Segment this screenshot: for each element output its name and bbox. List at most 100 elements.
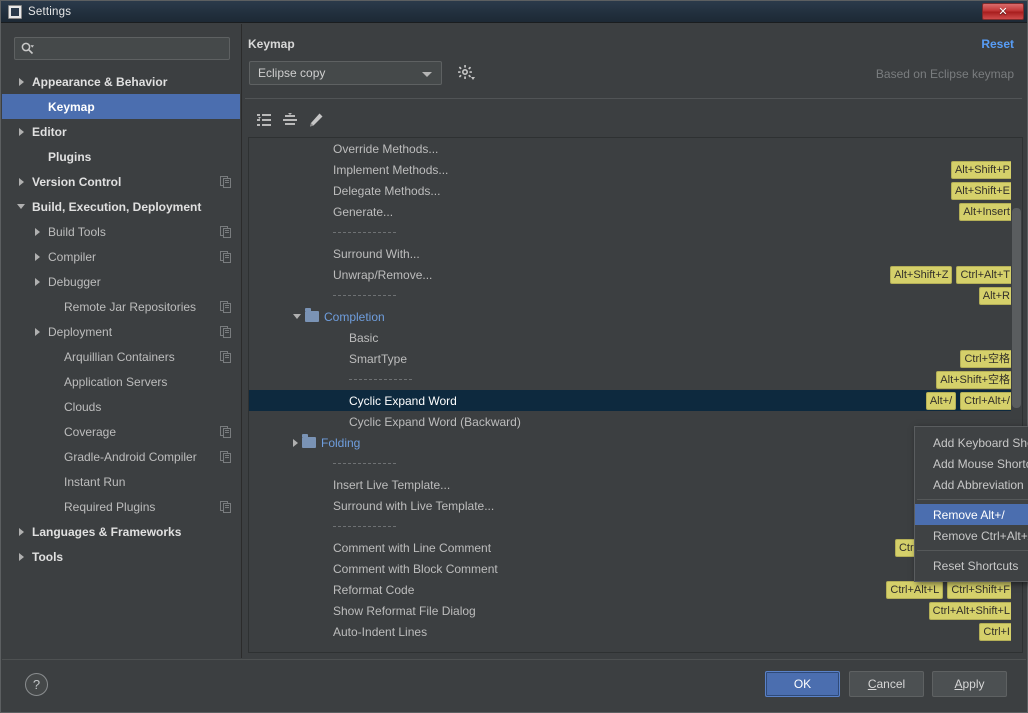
sidebar-item-arquillian-containers[interactable]: Arquillian Containers bbox=[2, 344, 240, 369]
search-input[interactable] bbox=[14, 37, 230, 60]
chevron-right-icon[interactable] bbox=[19, 78, 24, 86]
keymap-action-row[interactable]: Cyclic Expand WordAlt+/Ctrl+Alt+/ bbox=[249, 390, 1022, 411]
chevron-right-icon[interactable] bbox=[19, 178, 24, 186]
keymap-action-row[interactable]: Auto-Indent LinesCtrl+I bbox=[249, 621, 1022, 642]
sidebar-item-keymap[interactable]: Keymap bbox=[2, 94, 240, 119]
sidebar-item-plugins[interactable]: Plugins bbox=[2, 144, 240, 169]
context-menu-item[interactable]: Remove Alt+/ bbox=[915, 504, 1028, 525]
keymap-group-row[interactable]: Folding bbox=[249, 432, 1022, 453]
keymap-action-row[interactable]: Generate...Alt+Insert bbox=[249, 201, 1022, 222]
copy-settings-icon[interactable] bbox=[220, 426, 232, 438]
keymap-action-row[interactable]: Comment with Block CommentCtrl+Shift+/ bbox=[249, 558, 1022, 579]
sidebar-item-version-control[interactable]: Version Control bbox=[2, 169, 240, 194]
keymap-dropdown[interactable]: Eclipse copy bbox=[249, 61, 442, 85]
chevron-right-icon[interactable] bbox=[35, 253, 40, 261]
copy-settings-icon[interactable] bbox=[220, 326, 232, 338]
context-menu-item[interactable]: Add Mouse Shortcut bbox=[915, 453, 1028, 474]
shortcut-badge[interactable]: Ctrl+Shift+F bbox=[947, 581, 1014, 599]
sidebar-item-build-execution-deployment[interactable]: Build, Execution, Deployment bbox=[2, 194, 240, 219]
separator-line bbox=[349, 379, 412, 380]
keymap-group-row[interactable]: Completion bbox=[249, 306, 1022, 327]
sidebar-item-clouds[interactable]: Clouds bbox=[2, 394, 240, 419]
keymap-separator-row: Alt+Shift+空格 bbox=[249, 369, 1022, 390]
keymap-action-row[interactable]: Reformat CodeCtrl+Alt+LCtrl+Shift+F bbox=[249, 579, 1022, 600]
apply-button[interactable]: Apply bbox=[932, 671, 1007, 697]
shortcut-badge[interactable]: Ctrl+Alt+Shift+L bbox=[929, 602, 1014, 620]
chevron-right-icon[interactable] bbox=[35, 278, 40, 286]
copy-settings-icon[interactable] bbox=[220, 351, 232, 363]
context-menu-item[interactable]: Add Keyboard Shortcut bbox=[915, 432, 1028, 453]
keymap-action-row[interactable]: SmartTypeCtrl+空格 bbox=[249, 348, 1022, 369]
shortcut-badge[interactable]: Alt+Insert bbox=[959, 203, 1014, 221]
sidebar-item-tools[interactable]: Tools bbox=[2, 544, 240, 569]
reset-link[interactable]: Reset bbox=[981, 37, 1014, 51]
sidebar-item-debugger[interactable]: Debugger bbox=[2, 269, 240, 294]
chevron-right-icon[interactable] bbox=[293, 439, 298, 447]
sidebar-item-build-tools[interactable]: Build Tools bbox=[2, 219, 240, 244]
shortcut-badge[interactable]: Alt+Shift+空格 bbox=[936, 371, 1014, 389]
sidebar-item-deployment[interactable]: Deployment bbox=[2, 319, 240, 344]
keymap-action-row[interactable]: Show Reformat File DialogCtrl+Alt+Shift+… bbox=[249, 600, 1022, 621]
keymap-tree[interactable]: Override Methods...Implement Methods...A… bbox=[248, 137, 1023, 653]
context-menu-item[interactable]: Reset Shortcuts bbox=[915, 555, 1028, 576]
chevron-right-icon[interactable] bbox=[19, 528, 24, 536]
keymap-action-row[interactable]: Comment with Line CommentCtrl+/Ctrl+NumP… bbox=[249, 537, 1022, 558]
shortcut-badge[interactable]: Alt+Shift+E bbox=[951, 182, 1014, 200]
shortcut-badge[interactable]: Ctrl+Alt+L bbox=[886, 581, 943, 599]
chevron-right-icon[interactable] bbox=[35, 328, 40, 336]
copy-settings-icon[interactable] bbox=[220, 251, 232, 263]
shortcut-badge[interactable]: Ctrl+Alt+/ bbox=[960, 392, 1014, 410]
context-menu-item[interactable]: Add Abbreviation bbox=[915, 474, 1028, 495]
shortcut-badges: Alt+Insert bbox=[959, 203, 1014, 221]
context-menu-item[interactable]: Remove Ctrl+Alt+/ bbox=[915, 525, 1028, 546]
keymap-action-row[interactable]: Surround with Live Template... bbox=[249, 495, 1022, 516]
chevron-right-icon[interactable] bbox=[35, 228, 40, 236]
shortcut-badge[interactable]: Ctrl+空格 bbox=[960, 350, 1014, 368]
scrollbar-thumb[interactable] bbox=[1012, 208, 1021, 408]
sidebar-item-gradle-android-compiler[interactable]: Gradle-Android Compiler bbox=[2, 444, 240, 469]
sidebar-item-remote-jar-repositories[interactable]: Remote Jar Repositories bbox=[2, 294, 240, 319]
copy-settings-icon[interactable] bbox=[220, 501, 232, 513]
sidebar-item-compiler[interactable]: Compiler bbox=[2, 244, 240, 269]
keymap-separator-row bbox=[249, 453, 1022, 474]
shortcut-badge[interactable]: Ctrl+I bbox=[979, 623, 1014, 641]
sidebar-item-required-plugins[interactable]: Required Plugins bbox=[2, 494, 240, 519]
copy-settings-icon[interactable] bbox=[220, 451, 232, 463]
collapse-all-icon[interactable] bbox=[279, 109, 301, 131]
keymap-action-row[interactable]: Basic bbox=[249, 327, 1022, 348]
shortcut-badge[interactable]: Alt+Shift+P bbox=[951, 161, 1014, 179]
keymap-action-row[interactable]: Delegate Methods...Alt+Shift+E bbox=[249, 180, 1022, 201]
ok-button[interactable]: OK bbox=[765, 671, 840, 697]
shortcut-badge[interactable]: Ctrl+Alt+T bbox=[956, 266, 1014, 284]
close-icon[interactable]: ✕ bbox=[982, 3, 1024, 20]
shortcut-badge[interactable]: Alt+Shift+Z bbox=[890, 266, 952, 284]
cancel-button[interactable]: Cancel bbox=[849, 671, 924, 697]
pencil-edit-icon[interactable] bbox=[305, 109, 327, 131]
keymap-action-row[interactable]: Unwrap/Remove...Alt+Shift+ZCtrl+Alt+T bbox=[249, 264, 1022, 285]
expand-all-icon[interactable] bbox=[253, 109, 275, 131]
shortcut-context-menu[interactable]: Add Keyboard ShortcutAdd Mouse ShortcutA… bbox=[914, 426, 1028, 582]
copy-settings-icon[interactable] bbox=[220, 301, 232, 313]
keymap-action-row[interactable]: Implement Methods...Alt+Shift+P bbox=[249, 159, 1022, 180]
keymap-action-row[interactable]: Insert Live Template... bbox=[249, 474, 1022, 495]
shortcut-badges: Ctrl+空格 bbox=[960, 350, 1014, 368]
copy-settings-icon[interactable] bbox=[220, 226, 232, 238]
keymap-action-row[interactable]: Override Methods... bbox=[249, 138, 1022, 159]
help-button[interactable]: ? bbox=[25, 673, 48, 696]
keymap-action-row[interactable]: Cyclic Expand Word (Backward) bbox=[249, 411, 1022, 432]
shortcut-badge[interactable]: Alt+/ bbox=[926, 392, 956, 410]
sidebar-item-editor[interactable]: Editor bbox=[2, 119, 240, 144]
sidebar-item-languages-frameworks[interactable]: Languages & Frameworks bbox=[2, 519, 240, 544]
shortcut-badge[interactable]: Alt+R bbox=[979, 287, 1014, 305]
chevron-right-icon[interactable] bbox=[19, 128, 24, 136]
sidebar-item-application-servers[interactable]: Application Servers bbox=[2, 369, 240, 394]
chevron-down-icon[interactable] bbox=[17, 204, 25, 209]
keymap-action-row[interactable]: Surround With... bbox=[249, 243, 1022, 264]
chevron-down-icon[interactable] bbox=[293, 314, 301, 319]
sidebar-item-coverage[interactable]: Coverage bbox=[2, 419, 240, 444]
gear-icon[interactable] bbox=[456, 64, 476, 82]
sidebar-item-instant-run[interactable]: Instant Run bbox=[2, 469, 240, 494]
copy-settings-icon[interactable] bbox=[220, 176, 232, 188]
sidebar-item-appearance-behavior[interactable]: Appearance & Behavior bbox=[2, 69, 240, 94]
chevron-right-icon[interactable] bbox=[19, 553, 24, 561]
